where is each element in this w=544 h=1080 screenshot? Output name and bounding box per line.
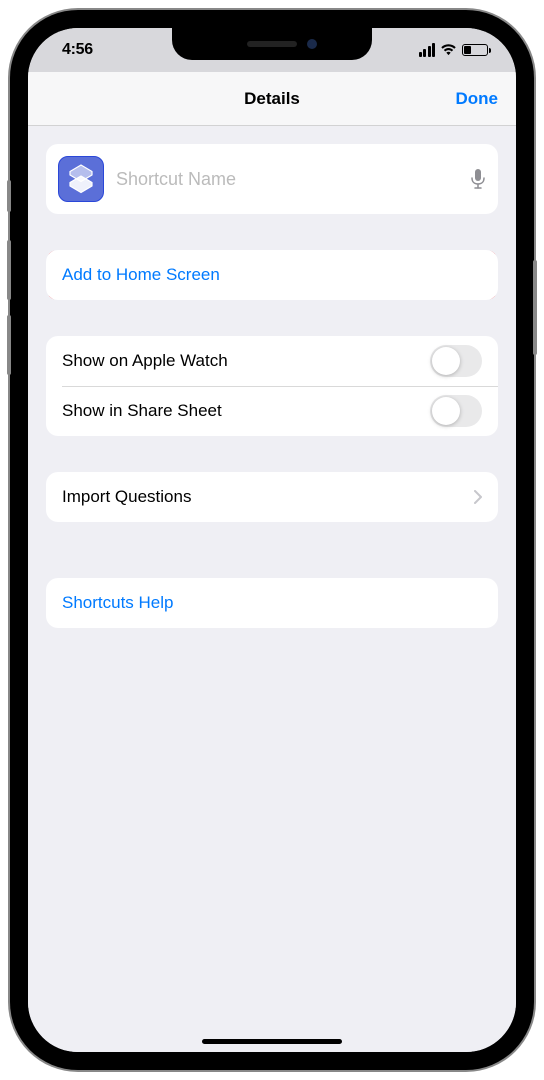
done-button[interactable]: Done <box>456 89 499 109</box>
status-time: 4:56 <box>62 41 93 59</box>
wifi-icon <box>440 44 457 56</box>
chevron-right-icon <box>474 490 482 504</box>
add-to-home-screen-button[interactable]: Add to Home Screen <box>46 250 498 300</box>
import-questions-button[interactable]: Import Questions <box>46 472 498 522</box>
import-questions-label: Import Questions <box>62 487 191 507</box>
show-apple-watch-label: Show on Apple Watch <box>62 351 228 371</box>
volume-up-button[interactable] <box>7 240 11 300</box>
show-apple-watch-row: Show on Apple Watch <box>46 336 498 386</box>
shortcut-name-row <box>46 144 498 214</box>
show-share-sheet-label: Show in Share Sheet <box>62 401 222 421</box>
microphone-icon[interactable] <box>470 168 486 190</box>
page-title: Details <box>244 89 300 109</box>
shortcuts-help-button[interactable]: Shortcuts Help <box>46 578 498 628</box>
volume-down-button[interactable] <box>7 315 11 375</box>
home-indicator[interactable] <box>202 1039 342 1044</box>
navigation-bar: Details Done <box>28 72 516 126</box>
shortcut-name-input[interactable] <box>116 169 458 190</box>
battery-icon <box>462 44 488 56</box>
cellular-signal-icon <box>419 43 436 57</box>
show-share-sheet-row: Show in Share Sheet <box>46 386 498 436</box>
apple-watch-toggle[interactable] <box>430 345 482 377</box>
power-button[interactable] <box>533 260 537 355</box>
share-sheet-toggle[interactable] <box>430 395 482 427</box>
notch <box>172 28 372 60</box>
shortcut-app-icon[interactable] <box>58 156 104 202</box>
silent-switch[interactable] <box>7 180 11 212</box>
